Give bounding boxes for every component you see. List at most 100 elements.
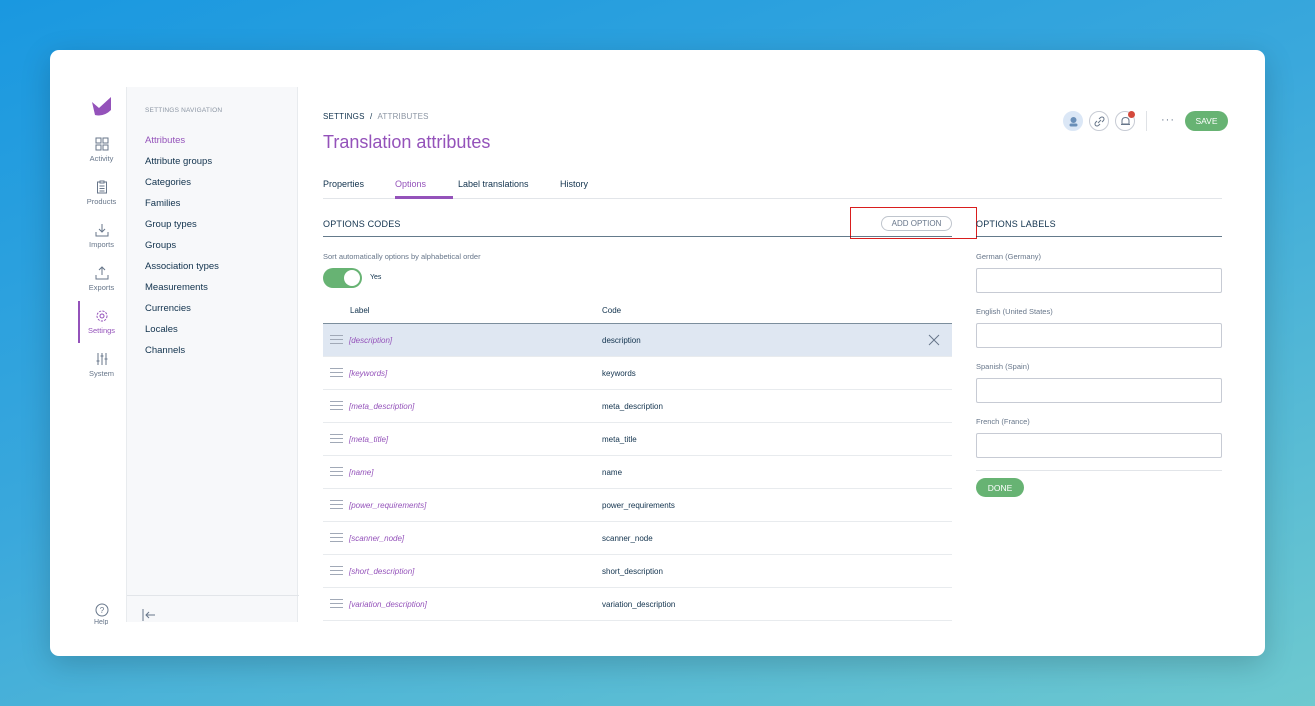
table-row[interactable]: [meta_description] meta_description: [323, 390, 952, 423]
tab-options[interactable]: Options: [395, 179, 426, 189]
collapse-panel-icon[interactable]: [142, 609, 156, 621]
options-labels-title: OPTIONS LABELS: [976, 219, 1056, 229]
table-row[interactable]: [description] description: [323, 324, 952, 357]
locale-input-en[interactable]: [976, 323, 1222, 348]
settings-nav-categories[interactable]: Categories: [145, 177, 191, 188]
sort-alphabetical-toggle[interactable]: [323, 268, 362, 288]
table-row[interactable]: [variation_description] variation_descrip…: [323, 588, 952, 621]
header-divider: [1146, 111, 1147, 131]
nav-settings-label: Settings: [87, 326, 116, 335]
settings-nav-currencies[interactable]: Currencies: [145, 303, 191, 314]
drag-handle-icon[interactable]: [330, 401, 343, 411]
settings-navigation: SETTINGS NAVIGATION Attributes Attribute…: [126, 87, 299, 622]
settings-nav-groups[interactable]: Groups: [145, 240, 176, 251]
settings-nav-measurements[interactable]: Measurements: [145, 282, 208, 293]
link-icon: [1094, 116, 1105, 127]
option-code: short_description: [602, 567, 663, 576]
nav-system[interactable]: System: [77, 344, 126, 386]
table-row[interactable]: [name] name: [323, 456, 952, 489]
table-row[interactable]: [power_requirements] power_requirements: [323, 489, 952, 522]
table-row[interactable]: [meta_title] meta_title: [323, 423, 952, 456]
drag-handle-icon[interactable]: [330, 533, 343, 543]
settings-navigation-title: SETTINGS NAVIGATION: [145, 107, 223, 114]
drag-handle-icon[interactable]: [330, 599, 343, 609]
settings-nav-association-types[interactable]: Association types: [145, 261, 219, 272]
svg-text:?: ?: [100, 606, 105, 615]
locale-input-es[interactable]: [976, 378, 1222, 403]
option-label: [keywords]: [349, 369, 388, 378]
toggle-knob: [344, 270, 360, 286]
sliders-icon: [96, 353, 107, 365]
nav-products[interactable]: Products: [77, 172, 126, 214]
more-actions-button[interactable]: ···: [1161, 114, 1175, 126]
nav-activity[interactable]: Activity: [77, 129, 126, 171]
locale-input-de[interactable]: [976, 268, 1222, 293]
option-code: name: [602, 468, 623, 477]
tab-properties[interactable]: Properties: [323, 179, 364, 189]
option-code: meta_title: [602, 435, 637, 444]
nav-imports[interactable]: Imports: [77, 215, 126, 257]
option-label: [power_requirements]: [349, 501, 427, 510]
help-icon[interactable]: ?: [95, 603, 109, 617]
breadcrumb-settings[interactable]: SETTINGS: [323, 112, 365, 121]
option-code: power_requirements: [602, 501, 675, 510]
column-header-code: Code: [602, 306, 622, 315]
nav-exports[interactable]: Exports: [77, 258, 126, 300]
option-code: variation_description: [602, 600, 676, 609]
save-button[interactable]: SAVE: [1185, 111, 1228, 131]
activity-icon: [95, 137, 108, 151]
drag-handle-icon[interactable]: [330, 368, 343, 378]
option-code: scanner_node: [602, 534, 653, 543]
help-label[interactable]: Help: [94, 619, 108, 625]
drag-handle-icon[interactable]: [330, 467, 343, 477]
settings-nav-channels[interactable]: Channels: [145, 345, 185, 356]
option-label: [meta_description]: [349, 402, 415, 411]
main-navigation: Activity Products Imports Exports Settin…: [77, 87, 126, 622]
settings-nav-attributes[interactable]: Attributes: [145, 135, 185, 146]
breadcrumb: SETTINGS / ATTRIBUTES: [323, 112, 429, 121]
user-avatar[interactable]: [1063, 111, 1083, 131]
logo-icon[interactable]: [91, 96, 113, 118]
options-labels-footer-divider: [976, 470, 1222, 471]
locale-label-fr: French (France): [976, 417, 1030, 426]
tab-history[interactable]: History: [560, 179, 588, 189]
locale-label-es: Spanish (Spain): [976, 362, 1030, 371]
notifications-button[interactable]: [1115, 111, 1135, 131]
nav-products-label: Products: [86, 197, 117, 206]
sort-toggle-state: Yes: [370, 274, 382, 281]
drag-handle-icon[interactable]: [330, 335, 343, 345]
nav-settings[interactable]: Settings: [77, 301, 126, 343]
locale-label-en: English (United States): [976, 307, 1053, 316]
avatar-icon: [1069, 117, 1078, 127]
breadcrumb-separator: /: [370, 112, 373, 121]
settings-nav-attribute-groups[interactable]: Attribute groups: [145, 156, 212, 167]
close-icon[interactable]: [928, 334, 940, 346]
tab-bar: Properties Options Label translations Hi…: [323, 178, 1222, 199]
drag-handle-icon[interactable]: [330, 566, 343, 576]
active-tab-indicator: [395, 196, 453, 199]
sort-alphabetical-label: Sort automatically options by alphabetic…: [323, 252, 481, 261]
option-label: [variation_description]: [349, 600, 427, 609]
exports-icon: [95, 266, 108, 280]
done-button[interactable]: DONE: [976, 478, 1024, 497]
settings-nav-group-types[interactable]: Group types: [145, 219, 197, 230]
table-row[interactable]: [scanner_node] scanner_node: [323, 522, 952, 555]
highlight-annotation: [850, 207, 977, 239]
breadcrumb-attributes[interactable]: ATTRIBUTES: [377, 112, 428, 121]
option-label: [scanner_node]: [349, 534, 405, 543]
option-code: description: [602, 336, 641, 345]
drag-handle-icon[interactable]: [330, 434, 343, 444]
settings-nav-locales[interactable]: Locales: [145, 324, 178, 335]
option-code: meta_description: [602, 402, 663, 411]
link-button[interactable]: [1089, 111, 1109, 131]
nav-activity-label: Activity: [89, 154, 114, 163]
option-label: [short_description]: [349, 567, 415, 576]
settings-nav-families[interactable]: Families: [145, 198, 180, 209]
drag-handle-icon[interactable]: [330, 500, 343, 510]
table-row[interactable]: [keywords] keywords: [323, 357, 952, 390]
table-row[interactable]: [short_description] short_description: [323, 555, 952, 588]
options-labels-divider: [976, 236, 1222, 237]
settings-navigation-footer: [127, 595, 299, 622]
locale-input-fr[interactable]: [976, 433, 1222, 458]
tab-label-translations[interactable]: Label translations: [458, 179, 529, 189]
